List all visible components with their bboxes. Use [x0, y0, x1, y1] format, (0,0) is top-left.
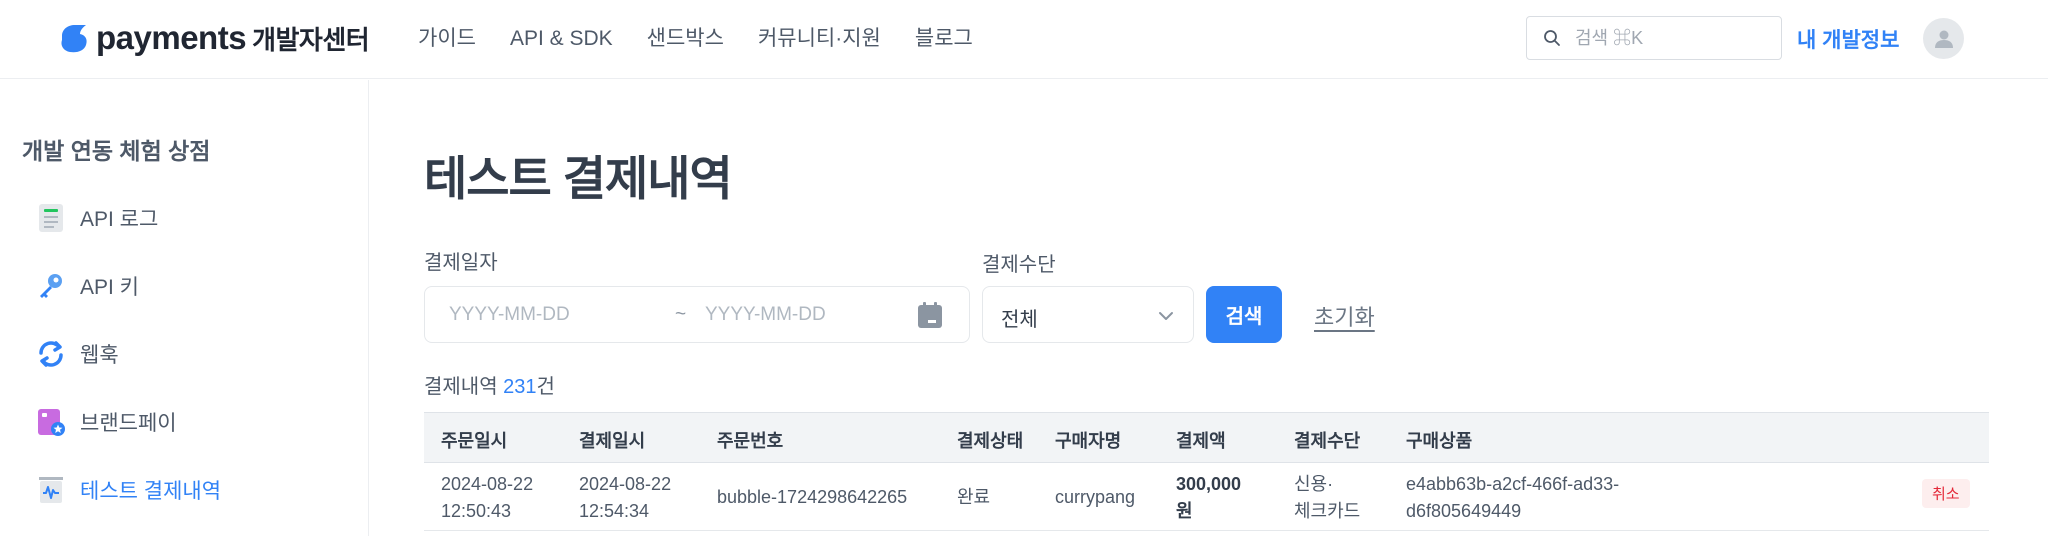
amount-value: 300,000: [1176, 474, 1242, 494]
key-icon: [36, 271, 66, 301]
cell-buyer: currypang: [1055, 487, 1136, 507]
cell-product: e4abb63b-a2cf-466f-ad33- d6f805649449: [1406, 471, 1619, 525]
sidebar-item-api-key[interactable]: API 키: [36, 266, 139, 306]
cell-order-no: bubble-1724298642265: [717, 487, 908, 507]
count-suffix: 건: [536, 376, 555, 398]
cell-amount: 300,000 원: [1176, 471, 1241, 525]
col-product: 구매상품: [1406, 431, 1473, 451]
nav-blog[interactable]: 블로그: [915, 22, 973, 56]
order-time: 12:50:43: [441, 501, 512, 521]
sidebar-item-brandpay[interactable]: 브랜드페이: [36, 402, 177, 442]
date-end-field[interactable]: YYYY-MM-DD: [705, 304, 826, 326]
cell-status: 완료: [957, 487, 991, 507]
calendar-icon[interactable]: [917, 301, 943, 329]
search-input[interactable]: [1575, 27, 1775, 49]
table-header: 주문일시 결제일시 주문번호 결제상태 구매자명 결제액 결제수단 구매상품: [424, 412, 1989, 463]
brandpay-icon: [36, 407, 66, 437]
order-date: 2024-08-22: [441, 474, 534, 494]
page-title: 테스트 결제내역: [424, 152, 733, 205]
nav-sandbox[interactable]: 샌드박스: [647, 22, 724, 56]
pay-date: 2024-08-22: [579, 474, 672, 494]
logo-mark-icon: [61, 25, 87, 53]
cell-pay-date: 2024-08-22 12:54:34: [579, 471, 671, 525]
payment-method-select[interactable]: 전체: [982, 286, 1194, 343]
logo-text: payments: [96, 19, 247, 56]
user-icon: [1934, 30, 1953, 48]
chevron-down-icon: [1159, 312, 1173, 320]
sidebar-item-webhook[interactable]: 웹훅: [36, 334, 119, 374]
nav-guide[interactable]: 가이드: [418, 22, 476, 56]
sidebar-item-label: 웹훅: [80, 344, 119, 367]
date-range-input[interactable]: YYYY-MM-DD ~ YYYY-MM-DD: [424, 286, 970, 343]
logo[interactable]: payments 개발자센터: [56, 18, 370, 58]
sidebar: 개발 연동 체험 상점 API 로그 API 키 웹훅 브랜드페이 테스트 결제…: [0, 80, 369, 536]
avatar[interactable]: [1923, 18, 1964, 59]
date-start-field[interactable]: YYYY-MM-DD: [449, 304, 570, 326]
top-header: payments 개발자센터 가이드 API & SDK 샌드박스 커뮤니티·지…: [0, 0, 2048, 79]
main-nav: 가이드 API & SDK 샌드박스 커뮤니티·지원 블로그: [418, 22, 1007, 56]
logo-subtitle: 개발자센터: [252, 24, 370, 55]
col-buyer: 구매자명: [1055, 431, 1122, 451]
sidebar-title: 개발 연동 체험 상점: [22, 138, 211, 164]
sidebar-item-label: API 키: [80, 276, 140, 299]
date-label: 결제일자: [424, 252, 498, 274]
col-method: 결제수단: [1294, 431, 1361, 451]
count-prefix: 결제내역: [424, 376, 504, 398]
method-label: 결제수단: [982, 254, 1056, 276]
search-button[interactable]: 검색: [1206, 286, 1282, 343]
sidebar-item-label: 테스트 결제내역: [80, 480, 222, 503]
table-row[interactable]: 2024-08-22 12:50:43 2024-08-22 12:54:34 bu…: [424, 463, 1989, 531]
cancel-button[interactable]: 취소: [1922, 479, 1970, 508]
amount-unit: 원: [1176, 501, 1193, 521]
col-amount: 결제액: [1176, 431, 1226, 451]
my-dev-info-link[interactable]: 내 개발정보: [1797, 24, 1899, 54]
search-icon: [1544, 30, 1560, 46]
col-order-date: 주문일시: [441, 431, 508, 451]
nav-community[interactable]: 커뮤니티·지원: [758, 22, 881, 56]
sidebar-item-test-payment-history[interactable]: 테스트 결제내역: [36, 470, 221, 510]
log-icon: [36, 203, 66, 233]
date-separator: ~: [675, 303, 687, 325]
col-order-no: 주문번호: [717, 431, 784, 451]
col-pay-date: 결제일시: [579, 431, 646, 451]
sidebar-item-label: API 로그: [80, 208, 159, 231]
col-status: 결제상태: [957, 431, 1024, 451]
cell-order-date: 2024-08-22 12:50:43: [441, 471, 533, 525]
nav-api-sdk[interactable]: API & SDK: [510, 22, 613, 56]
method-line2: 체크카드: [1294, 501, 1361, 521]
result-count: 결제내역 231건: [424, 370, 555, 399]
refresh-icon: [36, 339, 66, 369]
count-value: 231: [503, 376, 537, 398]
method-line1: 신용·: [1294, 474, 1334, 494]
product-line1: e4abb63b-a2cf-466f-ad33-: [1406, 474, 1620, 494]
payment-history-icon: [36, 475, 66, 505]
search-box[interactable]: [1526, 16, 1782, 60]
cell-method: 신용· 체크카드: [1294, 471, 1360, 525]
product-line2: d6f805649449: [1406, 501, 1522, 521]
payment-table: 주문일시 결제일시 주문번호 결제상태 구매자명 결제액 결제수단 구매상품 2…: [424, 412, 1989, 531]
pay-time: 12:54:34: [579, 501, 650, 521]
sidebar-item-label: 브랜드페이: [80, 412, 177, 435]
payment-method-value: 전체: [1001, 309, 1038, 331]
reset-button[interactable]: 초기화: [1314, 300, 1375, 332]
sidebar-item-api-log[interactable]: API 로그: [36, 198, 158, 238]
